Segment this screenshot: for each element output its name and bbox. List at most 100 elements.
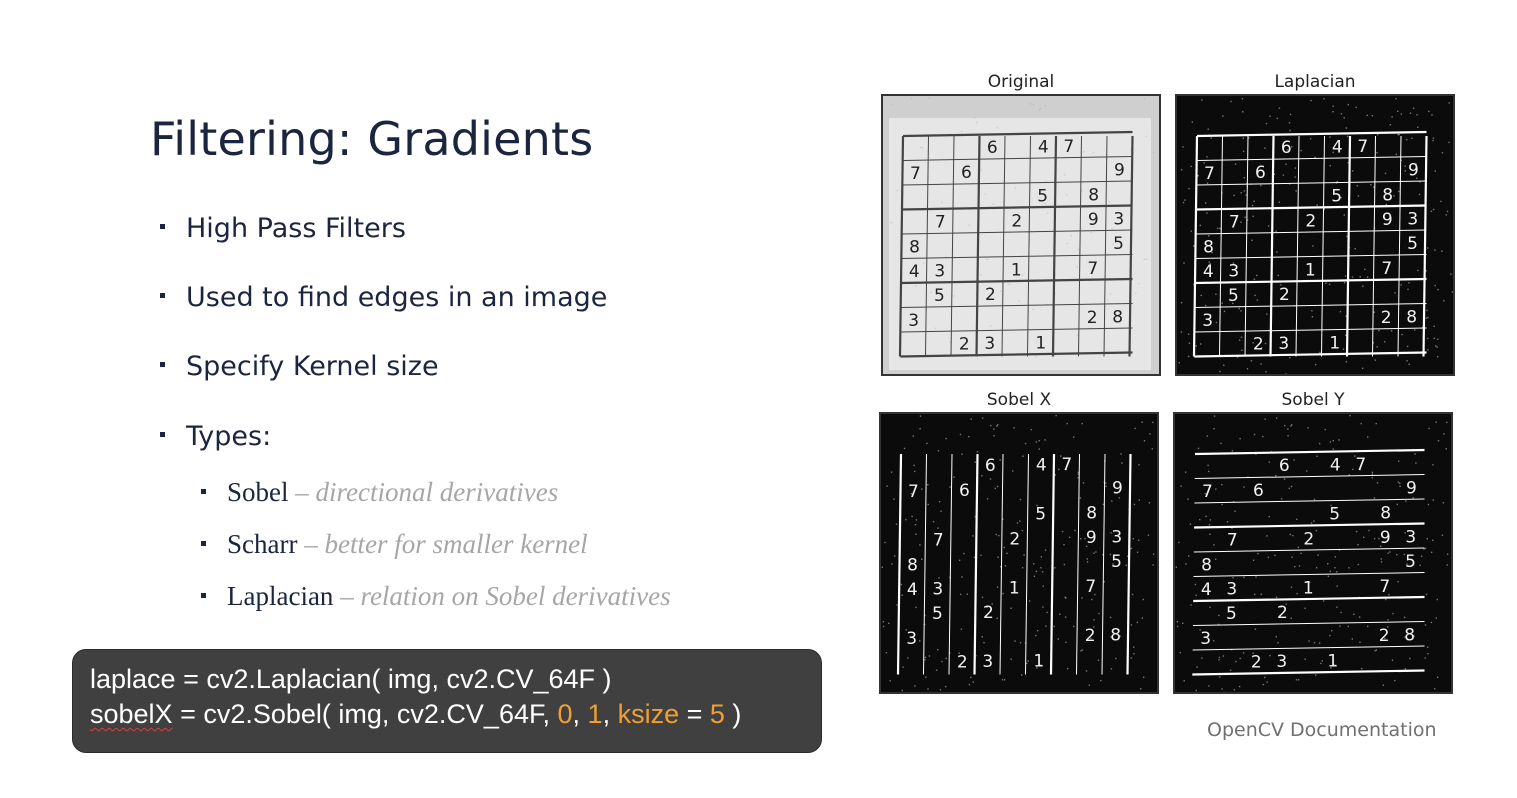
panel-sobel-x: 64776958729385431752328231 xyxy=(879,412,1159,694)
svg-text:7: 7 xyxy=(1355,455,1366,475)
svg-text:9: 9 xyxy=(1088,210,1099,230)
svg-text:4: 4 xyxy=(1332,137,1343,157)
svg-text:3: 3 xyxy=(1202,311,1213,331)
code-number: 1 xyxy=(587,699,603,729)
code-line-2: sobelX = cv2.Sobel( img, cv2.CV_64F, 0, … xyxy=(90,697,821,732)
svg-text:8: 8 xyxy=(1201,555,1212,575)
svg-text:5: 5 xyxy=(1226,604,1237,624)
svg-text:8: 8 xyxy=(1203,237,1214,257)
code-text: = xyxy=(679,699,710,729)
sub-bullet-scharr: Scharr – better for smaller kernel xyxy=(201,529,588,560)
svg-text:9: 9 xyxy=(1112,479,1123,499)
panel-label-sobel-y: Sobel Y xyxy=(1281,390,1345,410)
sub-bullet-name: Scharr xyxy=(227,529,298,559)
svg-text:5: 5 xyxy=(1228,286,1239,306)
svg-text:3: 3 xyxy=(1111,528,1122,548)
svg-text:2: 2 xyxy=(1253,335,1264,355)
code-text: , xyxy=(602,699,618,729)
svg-text:9: 9 xyxy=(1408,161,1419,181)
svg-text:5: 5 xyxy=(1331,186,1342,206)
svg-text:1: 1 xyxy=(1329,333,1340,353)
svg-text:5: 5 xyxy=(1329,504,1340,524)
svg-text:4: 4 xyxy=(1036,455,1047,475)
svg-text:7: 7 xyxy=(908,482,919,502)
svg-text:1: 1 xyxy=(1035,333,1046,353)
svg-text:7: 7 xyxy=(1087,259,1098,279)
svg-text:4: 4 xyxy=(1330,455,1341,475)
bullet-edges: Used to find edges in an image xyxy=(160,282,607,313)
svg-text:6: 6 xyxy=(1279,456,1290,476)
svg-text:5: 5 xyxy=(1111,552,1122,572)
svg-text:4: 4 xyxy=(909,262,920,282)
svg-text:8: 8 xyxy=(1086,504,1097,524)
svg-text:4: 4 xyxy=(1203,262,1214,282)
sub-bullet-name: Sobel xyxy=(227,477,289,507)
svg-text:2: 2 xyxy=(1303,529,1314,549)
bullet-types: Types: xyxy=(160,421,271,452)
code-text: = cv2.Sobel( img, cv2.CV_64F, xyxy=(172,699,558,729)
code-var-sobelx: sobelX xyxy=(90,699,173,729)
bullet-marker xyxy=(201,541,206,547)
bullet-kernel-size: Specify Kernel size xyxy=(160,351,439,382)
bullet-text: Used to find edges in an image xyxy=(186,282,608,313)
svg-text:3: 3 xyxy=(906,629,917,649)
svg-text:6: 6 xyxy=(1255,163,1266,183)
bullet-text: Specify Kernel size xyxy=(186,351,439,382)
svg-text:2: 2 xyxy=(1277,603,1288,623)
svg-text:7: 7 xyxy=(1227,530,1238,550)
bullet-marker xyxy=(201,593,206,599)
bullet-high-pass: High Pass Filters xyxy=(160,213,406,244)
svg-text:2: 2 xyxy=(1009,529,1020,549)
panel-original: 64776958729385431752328231 xyxy=(881,94,1161,376)
svg-text:1: 1 xyxy=(1303,578,1314,598)
svg-text:8: 8 xyxy=(1404,626,1415,646)
svg-text:6: 6 xyxy=(961,163,972,183)
svg-text:3: 3 xyxy=(1226,579,1237,599)
panel-label-sobel-x: Sobel X xyxy=(986,390,1052,410)
panel-sobel-y: 64776958729385431752328231 xyxy=(1173,412,1453,694)
code-number: 0 xyxy=(557,699,573,729)
svg-text:4: 4 xyxy=(1201,580,1212,600)
svg-text:3: 3 xyxy=(1200,629,1211,649)
image-credit: OpenCV Documentation xyxy=(1207,719,1437,741)
svg-text:8: 8 xyxy=(907,555,918,575)
sub-bullet-desc: directional derivatives xyxy=(315,477,559,507)
svg-text:7: 7 xyxy=(933,530,944,550)
sub-bullet-dash: – xyxy=(288,477,316,507)
svg-text:8: 8 xyxy=(1406,308,1417,328)
svg-text:5: 5 xyxy=(1407,234,1418,254)
svg-text:3: 3 xyxy=(1405,528,1416,548)
svg-text:2: 2 xyxy=(1087,308,1098,328)
svg-text:8: 8 xyxy=(1110,626,1121,646)
sudoku-laplacian-image: 6 4 77 6 95 87 2 9 38 54 3 1 75 23 2 82 3 1 xyxy=(1177,96,1453,374)
code-text: , xyxy=(572,699,588,729)
svg-text:3: 3 xyxy=(1407,210,1418,230)
code-line-1: laplace = cv2.Laplacian( img, cv2.CV_64F… xyxy=(90,664,612,694)
panel-laplacian: 64776958729385431752328231 xyxy=(1175,94,1455,376)
svg-text:8: 8 xyxy=(1088,186,1099,206)
sudoku-sobel-y-image: 6 4 77 6 95 87 2 9 38 54 3 1 75 23 2 82 3 1 xyxy=(1175,414,1451,692)
svg-text:6: 6 xyxy=(1253,481,1264,501)
svg-text:2: 2 xyxy=(957,653,968,673)
svg-text:4: 4 xyxy=(907,580,918,600)
sub-bullet-laplacian: Laplacian – relation on Sobel derivative… xyxy=(201,581,671,612)
sub-bullet-dash: – xyxy=(333,581,361,611)
svg-text:6: 6 xyxy=(985,456,996,476)
svg-text:1: 1 xyxy=(1327,651,1338,671)
bullet-marker xyxy=(160,432,165,437)
svg-text:8: 8 xyxy=(909,237,920,257)
svg-text:5: 5 xyxy=(934,286,945,306)
svg-text:7: 7 xyxy=(1379,577,1390,597)
svg-text:3: 3 xyxy=(1228,261,1239,281)
svg-text:2: 2 xyxy=(1379,626,1390,646)
svg-text:3: 3 xyxy=(1113,210,1124,230)
sub-bullet-dash: – xyxy=(297,529,325,559)
svg-text:9: 9 xyxy=(1380,528,1391,548)
bullet-marker xyxy=(201,489,206,495)
svg-text:7: 7 xyxy=(1357,137,1368,157)
svg-text:9: 9 xyxy=(1382,210,1393,230)
svg-text:7: 7 xyxy=(910,164,921,184)
bullet-marker xyxy=(160,224,165,229)
svg-text:5: 5 xyxy=(1037,186,1048,206)
svg-text:7: 7 xyxy=(1085,577,1096,597)
